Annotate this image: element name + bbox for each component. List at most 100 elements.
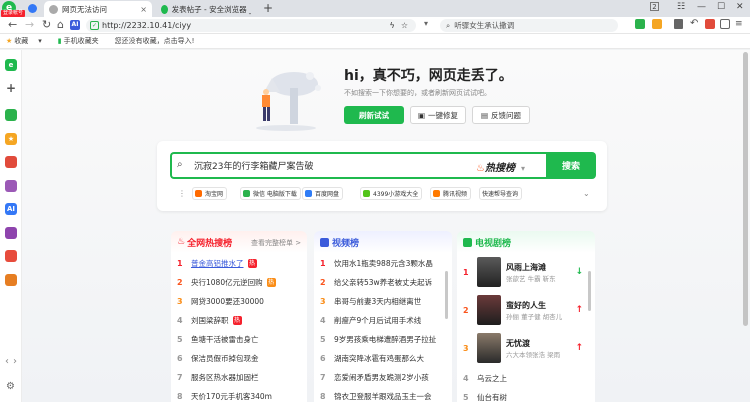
list-item[interactable]: 2 给父亲转53w养老被丈夫起诉	[320, 273, 432, 292]
hot-list-more-link[interactable]: 查看完整榜单 >	[251, 238, 301, 248]
list-item[interactable]: 4 削瘦产9个月后试用手术线	[320, 311, 421, 330]
list-item[interactable]: 6 湖南突降冰雹有鸡蛋那么大	[320, 349, 424, 368]
quick-link-wechat[interactable]: 微信 电脑版下载	[240, 187, 301, 200]
shield-app-icon[interactable]	[28, 4, 37, 13]
page-scrollbar[interactable]	[743, 52, 748, 326]
drama-poster	[477, 257, 501, 287]
refresh-icon[interactable]: ↻	[42, 18, 51, 31]
list-item[interactable]: 3 串哥与前妻3天内相继离世	[320, 292, 421, 311]
home-icon[interactable]: ⌂	[57, 18, 64, 31]
list-item[interactable]: 6 保洁员假币掉包现金	[177, 349, 259, 368]
list-item[interactable]: 5 仙台有树	[463, 388, 507, 402]
extension-bag-icon[interactable]	[705, 19, 715, 29]
star-icon: ★	[6, 37, 13, 45]
wechat-icon	[243, 190, 250, 197]
sidebar-next-icon[interactable]: ›	[13, 356, 17, 367]
close-tab-icon[interactable]: ×	[140, 5, 147, 14]
list-item[interactable]: 5 鱼塘干活被雷击身亡	[177, 330, 259, 349]
quick-link-taobao[interactable]: 淘宝网	[192, 187, 228, 200]
bookmark-mobile[interactable]: ▮ 手机收藏夹	[58, 36, 107, 46]
extensions-icon[interactable]	[720, 19, 730, 29]
drama-poster	[477, 333, 501, 363]
menu-button[interactable]: ☷	[677, 2, 685, 12]
toolbar-search[interactable]: ⌕ 听骤女生承认撒调	[440, 19, 618, 32]
address-bar[interactable]: ✓ http://2232.10.41/ciyy ϟ ☆	[86, 19, 416, 32]
refresh-button[interactable]: 刷新试试	[344, 106, 404, 124]
list-item[interactable]: 7 服务区热水器加固栏	[177, 368, 259, 387]
security-shield-icon: ✓	[90, 21, 99, 30]
trend-down-icon: ↓	[575, 267, 583, 277]
bookmarks-bar: ★ 收藏 ▾ ▮ 手机收藏夹 您还没有收藏，点击导入!	[0, 34, 750, 49]
search-button[interactable]: 搜索	[546, 152, 596, 179]
back-icon[interactable]: ←	[8, 18, 17, 31]
scrollbar[interactable]	[445, 271, 448, 319]
sidebar-ai-icon[interactable]: AI	[5, 203, 17, 215]
search-placeholder: 沉寂23年的行李箱藏尸案告破	[194, 162, 314, 172]
quick-link-4399[interactable]: 4399小游戏大全	[360, 187, 423, 200]
list-item[interactable]: 1 普金高铝推水了热	[177, 254, 257, 273]
list-item[interactable]: 5 9岁男孩乘电梯遭醉酒男子拉扯	[320, 330, 436, 349]
tab-error-page[interactable]: 网页无法访问 ×	[44, 1, 152, 17]
forward-icon[interactable]: →	[25, 18, 34, 31]
list-item[interactable]: 7 恋爱闹矛盾男友跪测2岁小孩	[320, 368, 429, 387]
sidebar-robot-icon[interactable]	[5, 227, 17, 239]
drama-poster	[477, 295, 501, 325]
tab-post[interactable]: 发表帖子 - 安全浏览器 _3608...	[156, 1, 256, 17]
sidebar-settings-icon[interactable]: ⚙	[6, 381, 15, 392]
minimize-button[interactable]: —	[697, 2, 706, 12]
sidebar-app-purple-icon[interactable]	[5, 180, 17, 192]
close-window-button[interactable]: ✕	[736, 2, 744, 12]
login-badge[interactable]: 登录帐号	[1, 10, 26, 17]
list-item[interactable]: 1 风雨上海滩 张歆艺 牛霸 靳东 ↓	[463, 255, 583, 289]
undo-icon[interactable]: ↶	[690, 19, 700, 29]
list-item[interactable]: 2 蛮好的人生 孙俪 董子健 胡杏儿 ↑	[463, 293, 583, 327]
tab-title: 发表帖子 - 安全浏览器 _3608...	[171, 4, 251, 14]
list-item[interactable]: 2 央行1080亿元逆回购热	[177, 273, 276, 292]
maximize-button[interactable]: ☐	[717, 2, 725, 12]
feedback-button[interactable]: ▤ 反馈问题	[472, 106, 530, 124]
quick-link-tencent-video[interactable]: 腾讯视频	[430, 187, 472, 200]
list-item[interactable]: 4 刘国梁辞职热	[177, 311, 242, 330]
toolbar-search-text: 听骤女生承认撒调	[454, 21, 515, 30]
sidebar-prev-icon[interactable]: ‹	[5, 356, 9, 367]
list-item[interactable]: 8 锦衣卫登服羊跟戏品玉主一会	[320, 387, 432, 402]
quick-link-query[interactable]: 快速帮导查询	[479, 187, 523, 200]
list-item[interactable]: 1 饮用水1瓶卖988元含3颗水晶	[320, 254, 433, 273]
fire-icon: ♨	[177, 237, 186, 247]
new-tab-button[interactable]: +	[263, 1, 273, 15]
sidebar-app-red-icon[interactable]	[5, 156, 17, 168]
window-count-button[interactable]: 2	[650, 2, 659, 11]
sidebar-fire-icon[interactable]	[5, 274, 17, 286]
list-item[interactable]: 8 天价170元手机客340m	[177, 387, 272, 402]
search-icon: ⌕	[446, 20, 451, 30]
sidebar-game-icon[interactable]	[5, 250, 17, 262]
sidebar-star-icon[interactable]: ★	[5, 133, 17, 145]
lightning-icon[interactable]: ϟ	[390, 21, 395, 30]
hot-search-toggle[interactable]: ♨热搜榜 ▾	[476, 159, 525, 174]
page-icon	[49, 4, 58, 14]
sidebar-app-green-icon[interactable]	[5, 109, 17, 121]
quick-link-baidu-pan[interactable]: 百度网盘	[302, 187, 344, 200]
expand-chevron-icon[interactable]: ⌄	[583, 189, 590, 198]
taobao-icon	[195, 190, 202, 197]
menu-icon[interactable]: ≡	[735, 19, 745, 29]
tv-icon	[463, 237, 472, 247]
dropdown-icon[interactable]: ▾	[424, 19, 428, 28]
sidebar-browser-icon[interactable]: e	[5, 59, 17, 71]
bookmark-star-icon[interactable]: ☆	[401, 21, 408, 30]
extension-coin-icon[interactable]	[652, 19, 662, 29]
list-item[interactable]: 3 网贷3000要还30000	[177, 292, 264, 311]
list-item[interactable]: 3 无忧渡 六大本领张浩 梁雨 ↑	[463, 331, 583, 365]
list-item[interactable]: 4 乌云之上	[463, 369, 507, 388]
more-options-icon[interactable]: ⋮	[178, 189, 186, 198]
bookmark-import-hint[interactable]: 您还没有收藏，点击导入!	[115, 36, 195, 46]
repair-button[interactable]: ▣ 一键修复	[410, 106, 466, 124]
sidebar-add-icon[interactable]: +	[5, 82, 17, 94]
error-subtitle: 不如搜索一下你想要的，或者刷新网页试试吧。	[344, 89, 491, 97]
extension-game-icon[interactable]	[635, 19, 645, 29]
bookmark-folder-favorites[interactable]: ★ 收藏 ▾	[6, 36, 50, 46]
scrollbar[interactable]	[588, 271, 591, 311]
ai-icon[interactable]: AI	[70, 20, 80, 30]
download-icon[interactable]	[674, 19, 683, 29]
flame-icon: ♨	[476, 163, 485, 174]
